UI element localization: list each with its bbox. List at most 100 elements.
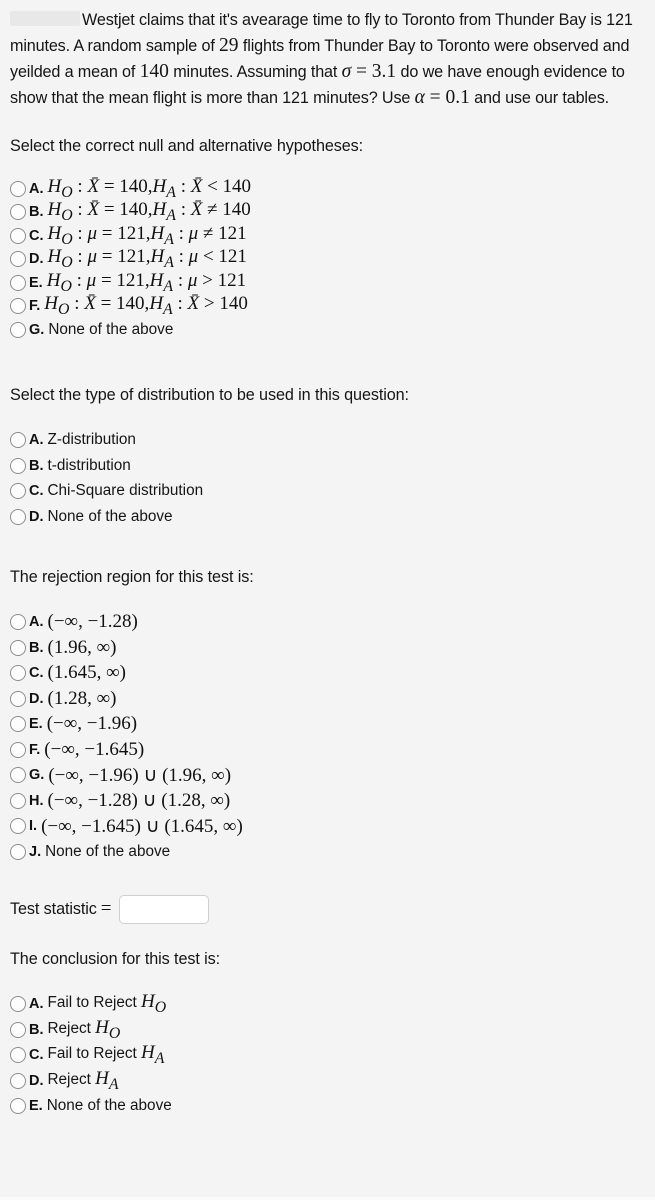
radio-icon[interactable] [10, 1098, 26, 1115]
option-letter: D. [29, 508, 44, 525]
option-row-hypotheses-b[interactable]: B. HO : X̄ = 140,HA : X̄ ≠ 140 [10, 199, 645, 225]
radio-icon[interactable] [10, 996, 26, 1013]
radio-icon[interactable] [10, 274, 26, 291]
radio-icon[interactable] [10, 818, 26, 835]
radio-icon[interactable] [10, 716, 26, 733]
radio-icon[interactable] [10, 251, 26, 268]
option-letter: B. [29, 204, 44, 221]
radio-icon[interactable] [10, 298, 26, 315]
option-row-hypotheses-a[interactable]: A. HO : X̄ = 140,HA : X̄ < 140 [10, 176, 645, 201]
rejection-region-option-list: A. (−∞, −1.28) B. (1.96, ∞) C. (1.645, ∞… [10, 610, 645, 865]
radio-icon[interactable] [10, 639, 26, 656]
option-row-rejection-f[interactable]: F. (−∞, −1.645) [10, 737, 645, 763]
option-row-conclusion-b[interactable]: B. Reject HO [10, 1017, 645, 1043]
test-statistic-label: Test statistic [10, 899, 97, 918]
option-letter: F. [29, 298, 41, 315]
option-row-conclusion-a[interactable]: A. Fail to Reject HO [10, 991, 645, 1018]
option-row-rejection-e[interactable]: E. (−∞, −1.96) [10, 712, 645, 738]
radio-icon[interactable] [10, 508, 26, 525]
radio-icon[interactable] [10, 741, 26, 758]
radio-icon[interactable] [10, 792, 26, 809]
option-row-hypotheses-g[interactable]: G. None of the above [10, 318, 645, 342]
option-text: Reject HO [47, 1016, 121, 1042]
option-row-rejection-g[interactable]: G. (−∞, −1.96) ∪ (1.96, ∞) [10, 763, 645, 789]
test-statistic-input[interactable] [119, 894, 210, 924]
option-text: (1.645, ∞) [47, 662, 126, 684]
hypotheses-prompt: Select the correct null and alternative … [10, 137, 364, 155]
radio-icon[interactable] [10, 843, 26, 860]
option-text: HO : X̄ = 140,HA : X̄ ≠ 140 [47, 199, 251, 225]
radio-icon[interactable] [10, 432, 26, 449]
option-letter: G. [29, 767, 45, 784]
option-letter: B. [29, 639, 44, 656]
radio-icon[interactable] [10, 1072, 26, 1089]
radio-icon[interactable] [10, 204, 26, 221]
option-text: HO : μ = 121,HA : μ ≠ 121 [47, 222, 247, 248]
option-letter: C. [29, 227, 44, 244]
option-row-rejection-b[interactable]: B. (1.96, ∞) [10, 635, 645, 661]
option-row-rejection-a[interactable]: A. (−∞, −1.28) [10, 610, 645, 636]
option-row-distribution-d[interactable]: D. None of the above [10, 504, 645, 530]
option-row-rejection-d[interactable]: D. (1.28, ∞) [10, 686, 645, 712]
option-row-rejection-j[interactable]: J. None of the above [10, 839, 645, 865]
test-statistic-row: Test statistic = [10, 894, 645, 924]
option-text: (−∞, −1.28) [47, 611, 138, 633]
option-row-conclusion-d[interactable]: D. Reject HA [10, 1068, 645, 1094]
option-row-hypotheses-f[interactable]: F. HO : X̄ = 140,HA : X̄ > 140 [10, 293, 645, 318]
radio-icon[interactable] [10, 483, 26, 500]
option-row-hypotheses-e[interactable]: E. HO : μ = 121,HA : μ > 121 [10, 269, 645, 295]
option-letter: E. [29, 274, 43, 291]
option-letter: C. [29, 665, 44, 682]
option-letter: B. [29, 457, 44, 474]
option-row-conclusion-e[interactable]: E. None of the above [10, 1094, 645, 1120]
option-row-distribution-b[interactable]: B. t-distribution [10, 453, 645, 479]
paragraph-text: Westjet claims that it's avearage time t… [10, 11, 633, 108]
option-row-hypotheses-d[interactable]: D. HO : μ = 121,HA : μ < 121 [10, 246, 645, 272]
question-page: Westjet claims that it's avearage time t… [0, 0, 655, 1200]
option-row-conclusion-c[interactable]: C. Fail to Reject HA [10, 1042, 645, 1069]
option-letter: J. [29, 843, 42, 860]
option-text-prefix: Fail to Reject [47, 994, 142, 1012]
radio-icon[interactable] [10, 767, 26, 784]
option-text: Chi-Square distribution [47, 482, 204, 500]
option-text: (−∞, −1.645) [44, 738, 145, 760]
option-text: HO : μ = 121,HA : μ > 121 [46, 269, 247, 295]
option-text: (1.96, ∞) [47, 636, 117, 658]
option-text: (−∞, −1.645) ∪ (1.645, ∞) [41, 815, 243, 837]
conclusion-option-list: A. Fail to Reject HO B. Reject HO C. Fai… [10, 991, 645, 1120]
radio-icon[interactable] [10, 614, 26, 631]
option-text: (1.28, ∞) [47, 687, 117, 709]
option-row-rejection-h[interactable]: H. (−∞, −1.28) ∪ (1.28, ∞) [10, 788, 645, 814]
distribution-prompt: Select the type of distribution to be us… [10, 385, 409, 404]
option-row-hypotheses-c[interactable]: C. HO : μ = 121,HA : μ ≠ 121 [10, 222, 645, 248]
option-text: None of the above [47, 507, 173, 525]
option-letter: E. [29, 716, 43, 733]
radio-icon[interactable] [10, 457, 26, 474]
option-text: HO : μ = 121,HA : μ < 121 [47, 246, 247, 272]
option-text: (−∞, −1.28) ∪ (1.28, ∞) [47, 790, 231, 812]
option-row-rejection-i[interactable]: I. (−∞, −1.645) ∪ (1.645, ∞) [10, 814, 645, 840]
option-text: Fail to Reject HO [47, 991, 167, 1017]
radio-icon[interactable] [10, 227, 26, 244]
option-text: Z-distribution [47, 431, 136, 449]
option-text: t-distribution [47, 456, 131, 474]
hypotheses-option-list: A. HO : X̄ = 140,HA : X̄ < 140 B. HO : X… [10, 176, 645, 342]
option-row-distribution-c[interactable]: C. Chi-Square distribution [10, 479, 645, 505]
question-paragraph: Westjet claims that it's avearage time t… [10, 0, 645, 111]
option-letter: D. [29, 251, 44, 268]
option-text-prefix: Fail to Reject [47, 1045, 142, 1063]
rejection-region-prompt: The rejection region for this test is: [10, 567, 254, 586]
radio-icon[interactable] [10, 180, 26, 197]
radio-icon[interactable] [10, 1047, 26, 1064]
radio-icon[interactable] [10, 1021, 26, 1038]
option-row-rejection-c[interactable]: C. (1.645, ∞) [10, 661, 645, 687]
radio-icon[interactable] [10, 690, 26, 707]
radio-icon[interactable] [10, 321, 26, 338]
radio-icon[interactable] [10, 665, 26, 682]
option-text: None of the above [48, 320, 174, 338]
option-letter: E. [29, 1098, 43, 1115]
option-letter: C. [29, 483, 44, 500]
option-text: (−∞, −1.96) [46, 713, 138, 735]
option-letter: H. [29, 792, 44, 809]
option-row-distribution-a[interactable]: A. Z-distribution [10, 428, 645, 454]
